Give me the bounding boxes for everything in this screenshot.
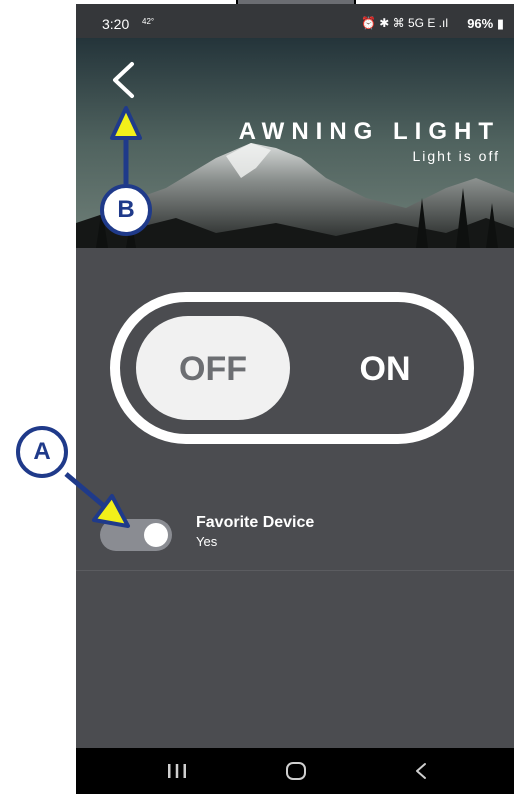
annotation-a: A: [16, 426, 68, 478]
annotation-b: B: [100, 184, 152, 236]
annotation-arrows: [64, 106, 142, 528]
